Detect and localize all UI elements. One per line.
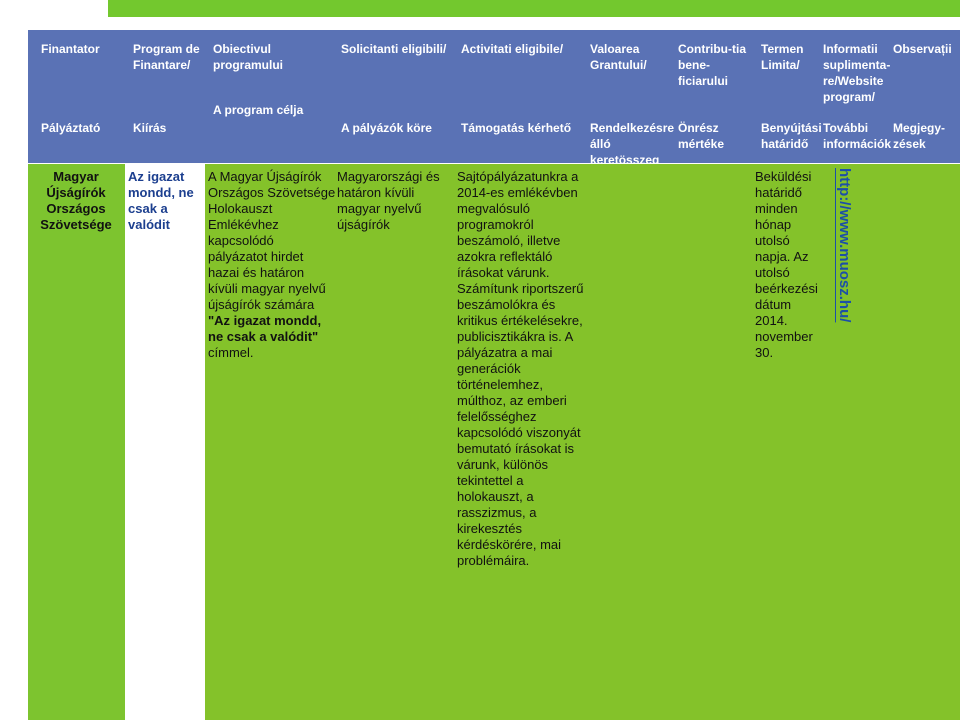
header-onresz: Önrész mértéke [678, 121, 725, 151]
palyaztato-text: Magyar Újságírók Országos Szövetsége [40, 169, 112, 232]
header-program: Program de Finantare/ [133, 42, 200, 72]
header-palyaztato: Pályáztató [41, 121, 101, 135]
kiiras-text: Az igazat mondd, ne csak a valódit [128, 169, 194, 232]
header-finantator: Finantator [41, 42, 100, 56]
header-tovabbi: További információk [823, 121, 892, 151]
top-green-bar [108, 0, 960, 17]
header-activitati: Activitati eligibile/ [461, 42, 564, 56]
header-obiectiv: Obiectivul programului [213, 42, 284, 72]
header-program-celja: A program célja [213, 103, 304, 117]
website-link[interactable]: http://www.muosz.hu/ [836, 168, 853, 322]
program-celja-title: "Az igazat mondd, ne csak a valódit" [208, 313, 322, 344]
header-contributia: Contribu-tia bene-ficiarului [678, 42, 746, 88]
header-benyujtasi: Benyújtási határidő [761, 121, 822, 151]
header-termen: Termen Limita/ [761, 42, 804, 72]
program-celja-text: A Magyar Újságírók Országos Szövetsége H… [208, 169, 336, 361]
palyazok-kore-text: Magyarországi és határon kívüli magyar n… [337, 169, 440, 232]
header-megjegyzesek: Megjegy-zések [893, 121, 946, 151]
tamogatas-text: Sajtópályázatunkra a 2014-es emlékévben … [457, 169, 584, 568]
kiiras-cell [125, 164, 205, 720]
hatarido-text: Beküldési határidő minden hónap utolsó n… [755, 169, 818, 360]
header-tamogatas: Támogatás kérhető [461, 121, 572, 135]
program-celja-suffix: címmel. [208, 345, 254, 360]
header-palyazok-kore: A pályázók köre [341, 121, 432, 135]
header-kiiras: Kiírás [133, 121, 167, 135]
header-observatii: Observații [893, 42, 952, 56]
header-solicitanti: Solicitanti eligibili/ [341, 42, 447, 56]
header-informatii: Informatii suplimenta-re/Website program… [823, 42, 891, 104]
header-valoarea: Valoarea Grantului/ [590, 42, 647, 72]
header-rendelkezesre: Rendelkezésre álló keretösszeg [590, 121, 675, 167]
palyaztato-cell [28, 164, 125, 720]
program-celja-prefix: A Magyar Újságírók Országos Szövetsége H… [208, 169, 336, 312]
